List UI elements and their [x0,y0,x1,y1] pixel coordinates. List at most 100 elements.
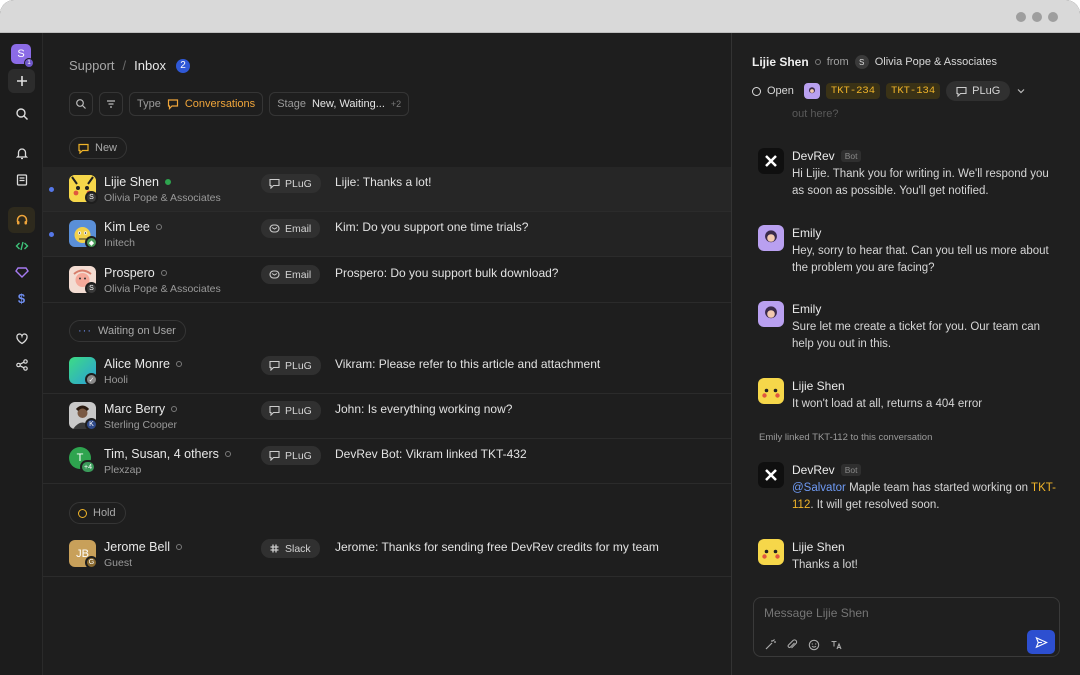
search-icon[interactable] [8,102,35,126]
offline-status-dot [176,544,182,550]
notes-icon[interactable] [8,168,35,192]
workspace-badge: 1 [24,58,34,68]
emoji-icon[interactable] [807,638,821,652]
breadcrumb-inbox[interactable]: Inbox [134,58,166,73]
channel-label: PLuG [285,449,312,462]
contact-name-row: Jerome Bell [104,540,182,554]
chevron-down-icon[interactable] [1016,86,1026,96]
message-author-row: Emily [792,302,821,316]
message-author-row: Lijie Shen [792,379,845,393]
heart-icon[interactable] [8,327,35,351]
sort-button[interactable] [99,92,123,116]
org-logo-icon: S [854,55,869,69]
contact-name: Alice Monre [104,357,170,371]
breadcrumb-separator: / [122,58,127,73]
workspace-avatar[interactable]: S 1 [11,44,34,68]
conversation-row[interactable]: ◆ Kim Lee Initech Email Kim: Do you supp… [43,212,731,257]
conversation-row[interactable]: ✓ Alice Monre Hooli PLuG Vikram: Please … [43,349,731,394]
contact-name-row: Tim, Susan, 4 others [104,447,231,461]
breadcrumb-support[interactable]: Support [69,58,115,73]
sidebar: S 1 $ [0,33,43,675]
plus-icon[interactable] [8,69,35,93]
send-icon [1034,636,1048,648]
conversation-row[interactable]: S Prospero Olivia Pope & Associates Emai… [43,258,731,303]
message-author: Emily [792,226,822,240]
mention-link[interactable]: @Salvator [792,482,846,494]
headset-icon[interactable] [8,207,35,233]
stage-filter-count: +2 [390,99,402,109]
contact-name-row: Marc Berry [104,402,178,416]
message-text: @Salvator Maple team has started working… [792,480,1057,513]
chat-message: DevRev Bot Hi Lijie. Thank you for writi… [732,148,1080,208]
ellipsis-icon: ··· [78,325,92,337]
ticket-tag[interactable]: TKT-234 [825,83,881,99]
filter-bar: Type Conversations Stage New, Waiting...… [69,92,410,116]
org-badge: K [85,418,98,431]
send-button[interactable] [1027,630,1055,654]
contact-org: Hooli [104,374,128,386]
message-input[interactable] [764,606,1024,620]
attachment-icon[interactable] [785,638,799,652]
org-badge: S [85,282,98,295]
group-waiting-on-user[interactable]: ··· Waiting on User [69,320,186,342]
detail-org[interactable]: Olivia Pope & Associates [875,56,997,68]
message-author-row: DevRev Bot [792,463,862,477]
offline-status-dot [224,451,231,457]
chat-message: Emily Sure let me create a ticket for yo… [732,301,1080,361]
message-author: Emily [792,302,822,316]
contact-name-row: Lijie Shen [104,175,171,189]
dollar-icon[interactable]: $ [8,286,35,310]
share-icon[interactable] [8,353,35,377]
channel-chip[interactable]: PLuG [946,81,1011,101]
channel-chip: Email [261,219,321,238]
window-dot[interactable] [1016,12,1026,22]
contact-org: Guest [104,557,133,569]
stage-filter[interactable]: Stage New, Waiting... +2 [269,92,410,116]
conversation-row[interactable]: K Marc Berry Sterling Cooper PLuG John: … [43,394,731,439]
email-icon [269,224,280,233]
participants-count-badge: +4 [80,460,96,474]
conversation-row[interactable]: JB G Jerome Bell Guest Slack Jerome: Tha… [43,532,731,577]
devrev-logo-icon [758,462,784,488]
last-message: DevRev Bot: Vikram linked TKT-432 [335,447,527,461]
group-new[interactable]: New [69,137,128,159]
assignee-avatar[interactable] [803,83,820,99]
message-text: It won't load at all, returns a 404 erro… [792,398,983,410]
group-new-label: New [95,142,118,154]
hold-circle-icon [78,508,87,518]
message-text: Hey, sorry to hear that. Can you tell us… [792,245,1049,274]
search-filter-button[interactable] [69,92,93,116]
last-message: John: Is everything working now? [335,402,513,416]
group-hold[interactable]: Hold [69,502,126,524]
window-dot[interactable] [1032,12,1042,22]
guest-badge: G [85,556,98,569]
type-filter[interactable]: Type Conversations [129,92,264,116]
chat-message: DevRev Bot @Salvator Maple team has star… [732,462,1080,522]
status-label[interactable]: Open [767,85,794,97]
conversation-row[interactable]: T +4 Tim, Susan, 4 others Plexzap PLuG D… [43,439,731,484]
conversation-row[interactable]: S Lijie Shen Olivia Pope & Associates PL… [43,167,731,212]
channel-chip: PLuG [261,401,321,420]
diamond-icon[interactable] [8,260,35,284]
offline-status-dot [176,361,182,367]
from-label: from [826,56,849,68]
last-message: Jerome: Thanks for sending free DevRev c… [335,540,659,554]
channel-label: Email [285,222,312,235]
contact-name: Marc Berry [104,402,166,416]
contact-name: Prospero [104,266,155,280]
magic-wand-icon[interactable] [763,638,777,652]
code-icon[interactable] [8,234,35,258]
message-author-row: Emily [792,226,821,240]
workspace-initial: S [17,48,25,60]
detail-contact-name[interactable]: Lijie Shen [752,55,809,69]
window-dot[interactable] [1048,12,1058,22]
ticket-tag[interactable]: TKT-134 [886,83,941,99]
contact-org: Sterling Cooper [104,419,177,431]
system-note: Emily linked TKT-112 to this conversatio… [759,432,933,443]
scrolled-message-fragment: out here? [792,108,839,120]
text-format-icon[interactable] [829,638,843,652]
bot-tag: Bot [840,464,862,476]
chat-bubble-icon [269,360,280,371]
bell-icon[interactable] [8,141,35,165]
slack-icon [270,544,279,553]
